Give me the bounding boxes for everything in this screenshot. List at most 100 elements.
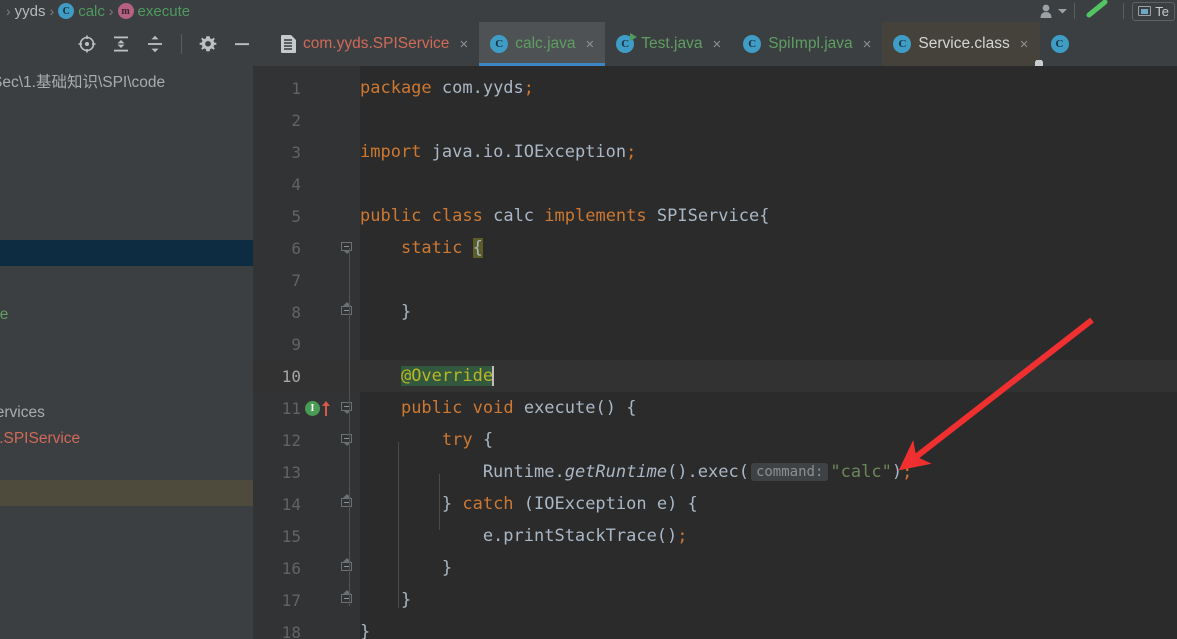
terminal-button[interactable]: Te (1132, 1, 1175, 21)
toolbar-divider-3 (181, 34, 182, 54)
line-number: 5 (291, 206, 301, 226)
gear-icon[interactable] (198, 34, 218, 54)
code-line[interactable]: try { (360, 424, 1177, 456)
code-folding-icon[interactable] (341, 557, 352, 575)
code-line[interactable]: public void execute() { (360, 392, 1177, 424)
gutter-row[interactable]: 6 (253, 232, 360, 264)
code-line[interactable]: e.printStackTrace(); (360, 520, 1177, 552)
gutter-row[interactable]: 3 (253, 136, 360, 168)
tab-test-java[interactable]: C Test.java × (605, 22, 732, 66)
chevron-down-icon[interactable] (1057, 2, 1068, 20)
code-folding-icon[interactable] (341, 433, 352, 447)
gutter-row[interactable]: 4 (253, 168, 360, 200)
code-token: public (400, 398, 463, 418)
tab-service-class[interactable]: C Service.class × (882, 22, 1040, 66)
code-folding-icon[interactable] (341, 493, 352, 511)
gutter-row[interactable]: 9 (253, 328, 360, 360)
person-icon[interactable] (1039, 3, 1057, 19)
locate-icon[interactable] (77, 34, 97, 54)
code-line[interactable]: } (360, 584, 1177, 616)
gutter-row[interactable]: 2 (253, 104, 360, 136)
code-token: ; (677, 526, 688, 546)
code-line[interactable]: Runtime. getRuntime ().exec(command: "calc"… (360, 456, 1177, 488)
gutter-row[interactable]: 10 (253, 360, 360, 392)
code-line[interactable]: } (360, 296, 1177, 328)
collapse-all-icon[interactable] (145, 34, 165, 54)
code-folding-icon[interactable] (341, 401, 352, 415)
project-tree-row[interactable] (0, 240, 253, 266)
gutter-row[interactable]: 8 (253, 296, 360, 328)
fold-rail (349, 248, 350, 606)
gutter-row[interactable]: 5 (253, 200, 360, 232)
code-line[interactable]: } (360, 552, 1177, 584)
minimize-icon[interactable] (232, 34, 252, 54)
code-line[interactable]: public class calc implements SPIService{ (360, 200, 1177, 232)
code-line[interactable]: package com.yyds; (360, 72, 1177, 104)
toolbar-and-tabs-row: com.yyds.SPIService × C calc.java × C Te… (0, 22, 1177, 66)
code-folding-icon[interactable] (341, 241, 352, 255)
project-tree-row[interactable]: services (0, 400, 253, 426)
gutter-row[interactable]: 17 (253, 584, 360, 616)
gutter-row[interactable]: 12 (253, 424, 360, 456)
gutter-row[interactable]: 14 (253, 488, 360, 520)
breadcrumb-separator-1: › (49, 3, 55, 19)
code-token: java.io.IOException (421, 142, 627, 162)
gutter-row[interactable]: 7 (253, 264, 360, 296)
tab-spiimpl-java[interactable]: C SpiImpl.java × (732, 22, 882, 66)
code-token: e.printStackTrace() (360, 526, 678, 546)
project-tree-row-label: services (0, 404, 45, 421)
code-line[interactable] (360, 328, 1177, 360)
tab-com-yyds-spiservice[interactable]: com.yyds.SPIService × (270, 22, 479, 66)
tab-close-icon[interactable]: × (712, 37, 721, 52)
gutter-row[interactable]: 1 (253, 72, 360, 104)
parameter-hint-badge: command: (750, 463, 829, 481)
project-tree-row[interactable]: ce (0, 302, 253, 328)
code-line[interactable] (360, 264, 1177, 296)
tab-close-icon[interactable]: × (459, 37, 468, 52)
override-marker-icon[interactable]: I (305, 400, 320, 416)
project-tree-row[interactable]: Sec\1.基础知识\SPI\code (0, 68, 253, 94)
tab-close-icon[interactable]: × (1020, 37, 1029, 52)
code-line[interactable] (360, 104, 1177, 136)
code-line[interactable] (360, 168, 1177, 200)
line-number: 18 (281, 622, 301, 639)
implements-arrow-icon[interactable] (321, 400, 330, 416)
breadcrumb-item-yyds[interactable]: yyds (15, 3, 46, 20)
project-toolbar (0, 22, 270, 66)
gutter-row[interactable]: 15 (253, 520, 360, 552)
breadcrumb-item-execute[interactable]: execute (138, 3, 191, 20)
code-editor[interactable]: 1 2 3 4 5 6 7 8 9 10 11 I 12 13 14 15 16 17 18 package com… (253, 66, 1177, 639)
project-tree-row[interactable]: ls.SPIService (0, 426, 253, 452)
code-text-area[interactable]: package com.yyds; import java.io.IOExcept… (360, 66, 1177, 639)
gutter-row[interactable]: 18 (253, 616, 360, 639)
tab-close-icon[interactable]: × (586, 37, 595, 52)
tab-overflow-next[interactable]: C (1040, 22, 1080, 66)
project-tree-row[interactable] (0, 480, 253, 506)
code-folding-icon[interactable] (341, 301, 352, 319)
wrench-icon[interactable] (1085, 0, 1113, 24)
tab-close-icon[interactable]: × (863, 37, 872, 52)
line-number: 1 (291, 78, 301, 98)
code-line[interactable]: @Override (360, 360, 1177, 392)
code-folding-icon[interactable] (341, 589, 352, 607)
code-line[interactable]: } (360, 616, 1177, 639)
gutter-row[interactable]: 16 (253, 552, 360, 584)
java-class-icon: C (490, 35, 509, 53)
expand-all-icon[interactable] (111, 34, 131, 54)
java-runnable-icon: C (616, 33, 638, 53)
code-token: getRuntime (564, 462, 668, 482)
breadcrumb-item-calc[interactable]: calc (78, 3, 105, 20)
code-line[interactable]: } catch (IOException e) { (360, 488, 1177, 520)
code-line[interactable]: import java.io.IOException; (360, 136, 1177, 168)
editor-gutter[interactable]: 1 2 3 4 5 6 7 8 9 10 11 I 12 13 14 15 16 17 18 (253, 66, 360, 639)
gutter-row[interactable]: 13 (253, 456, 360, 488)
project-tree-panel[interactable]: Sec\1.基础知识\SPI\code ce services ls.SPIServi… (0, 66, 253, 639)
gutter-row[interactable]: 11 I (253, 392, 360, 424)
code-line[interactable]: static { (360, 232, 1177, 264)
tab-calc-java[interactable]: C calc.java × (479, 22, 606, 66)
